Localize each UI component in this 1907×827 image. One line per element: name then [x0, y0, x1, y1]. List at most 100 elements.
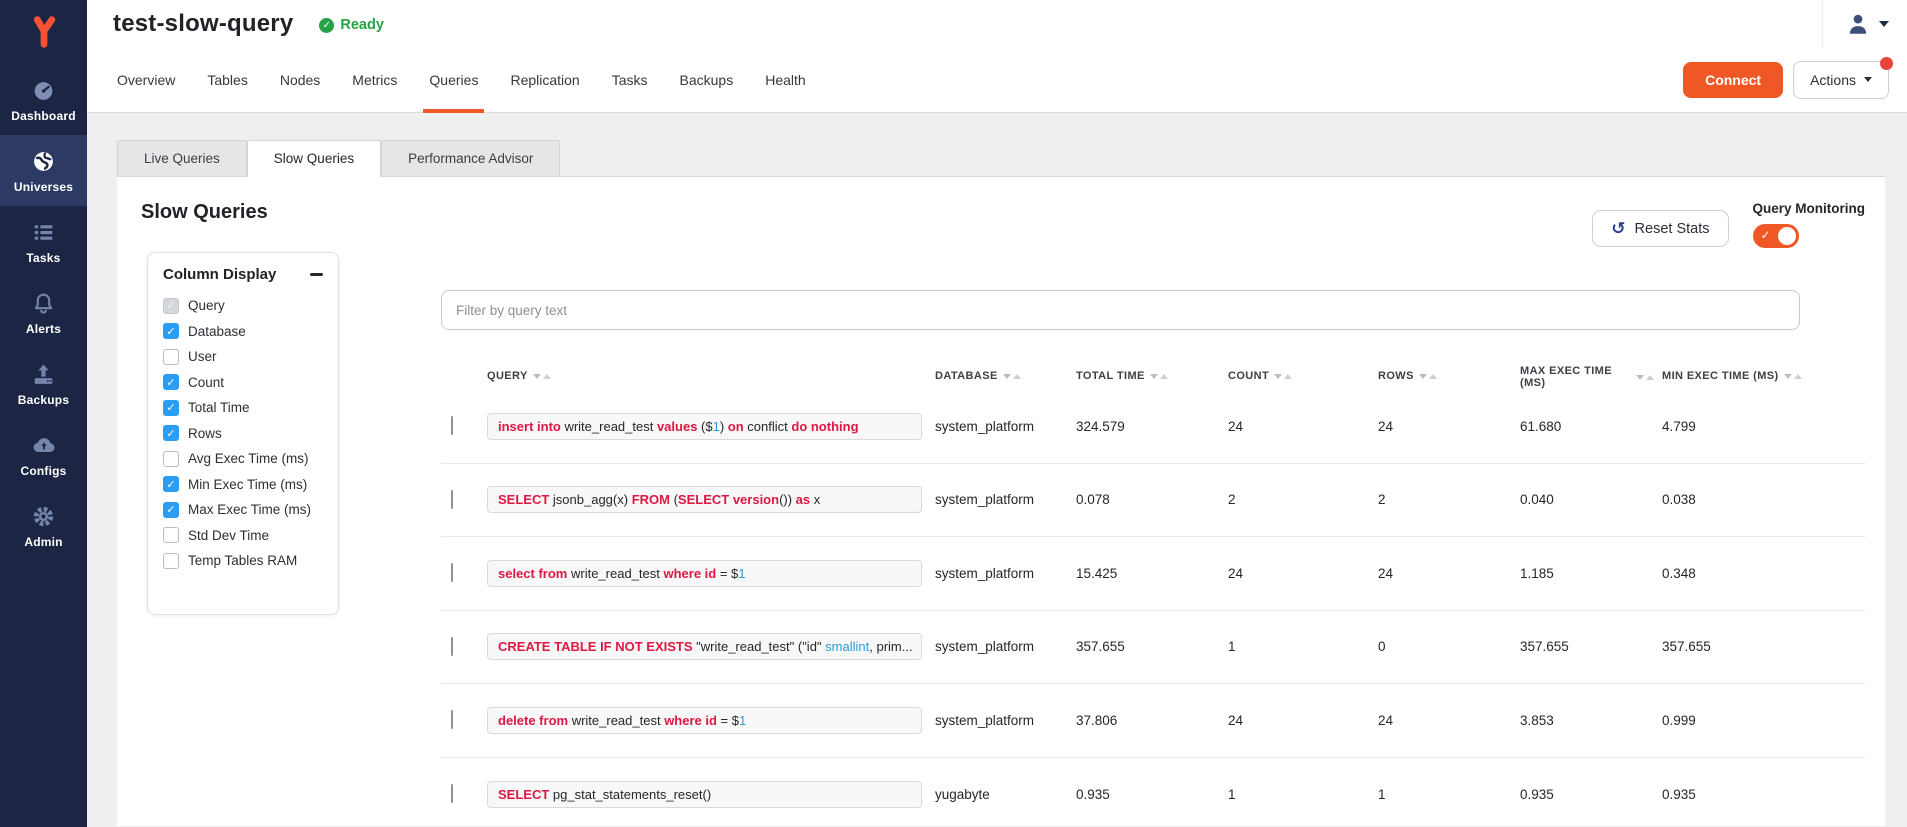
- column-option[interactable]: User: [163, 344, 323, 370]
- column-header-total-time[interactable]: Total Time: [1076, 370, 1168, 382]
- count-cell: 2: [1228, 492, 1378, 507]
- nav-tab-backups[interactable]: Backups: [664, 47, 750, 113]
- checkbox[interactable]: [163, 451, 179, 467]
- column-option[interactable]: ✓ Min Exec Time (ms): [163, 472, 323, 498]
- subtab-slow-queries[interactable]: Slow Queries: [247, 140, 381, 176]
- table-header: Query Database Total Time Count Rows Max…: [441, 360, 1865, 390]
- sidebar: Dashboard Universes Tasks Alerts Backups…: [0, 0, 87, 827]
- checkbox[interactable]: ✓: [163, 374, 179, 390]
- checkbox[interactable]: ✓: [163, 425, 179, 441]
- column-header-max-exec[interactable]: Max Exec Time (ms): [1520, 365, 1654, 389]
- checkbox[interactable]: ✓: [163, 323, 179, 339]
- table-row: CREATE TABLE IF NOT EXISTS "write_read_t…: [441, 611, 1865, 685]
- column-header-database[interactable]: Database: [935, 370, 1021, 382]
- column-option-label: User: [188, 349, 217, 364]
- sidebar-item-universes[interactable]: Universes: [0, 135, 87, 206]
- sidebar-item-label: Universes: [14, 180, 73, 194]
- column-option[interactable]: ✓ Query: [163, 293, 323, 319]
- query-text[interactable]: select from write_read_test where id = $…: [487, 560, 922, 587]
- subtab-performance-advisor[interactable]: Performance Advisor: [381, 140, 560, 176]
- sidebar-item-alerts[interactable]: Alerts: [0, 277, 87, 348]
- query-text[interactable]: delete from write_read_test where id = $…: [487, 707, 922, 734]
- column-header-min-exec[interactable]: Min Exec Time (ms): [1662, 370, 1802, 382]
- reset-stats-label: Reset Stats: [1635, 221, 1710, 237]
- sort-icon: [1003, 374, 1021, 379]
- checkbox[interactable]: ✓: [163, 502, 179, 518]
- nav-tab-queries[interactable]: Queries: [413, 47, 494, 113]
- min-exec-time-cell: 4.799: [1662, 419, 1865, 434]
- sidebar-item-dashboard[interactable]: Dashboard: [0, 64, 87, 135]
- row-checkbox[interactable]: [451, 416, 453, 435]
- row-checkbox[interactable]: [451, 490, 453, 509]
- nav-tab-nodes[interactable]: Nodes: [264, 47, 336, 113]
- column-option[interactable]: Avg Exec Time (ms): [163, 446, 323, 472]
- column-option[interactable]: Temp Tables RAM: [163, 548, 323, 574]
- column-option-label: Max Exec Time (ms): [188, 502, 311, 517]
- row-checkbox[interactable]: [451, 710, 453, 729]
- column-header-count[interactable]: Count: [1228, 370, 1292, 382]
- checkbox[interactable]: [163, 553, 179, 569]
- column-header-rows[interactable]: Rows: [1378, 370, 1437, 382]
- query-text[interactable]: SELECT jsonb_agg(x) FROM (SELECT version…: [487, 486, 922, 513]
- subtab-live-queries[interactable]: Live Queries: [117, 140, 247, 176]
- status-text: Ready: [340, 17, 384, 33]
- column-option-label: Database: [188, 324, 246, 339]
- nav-tab-health[interactable]: Health: [749, 47, 821, 113]
- column-option-label: Query: [188, 298, 225, 313]
- actions-button[interactable]: Actions: [1793, 61, 1889, 99]
- top-bar: test-slow-query ✓ Ready: [87, 0, 1907, 47]
- checkbox[interactable]: ✓: [163, 476, 179, 492]
- sidebar-item-admin[interactable]: Admin: [0, 490, 87, 561]
- column-header-query[interactable]: Query: [487, 370, 551, 382]
- connect-button[interactable]: Connect: [1683, 62, 1783, 98]
- nav-tab-tasks[interactable]: Tasks: [596, 47, 664, 113]
- column-option-label: Avg Exec Time (ms): [188, 451, 309, 466]
- row-checkbox[interactable]: [451, 637, 453, 656]
- nav-tab-overview[interactable]: Overview: [101, 47, 191, 113]
- nav-tab-replication[interactable]: Replication: [494, 47, 595, 113]
- query-filter-input[interactable]: [441, 290, 1800, 330]
- min-exec-time-cell: 0.348: [1662, 566, 1865, 581]
- checkbox[interactable]: ✓: [163, 400, 179, 416]
- column-option[interactable]: ✓ Count: [163, 370, 323, 396]
- column-option[interactable]: Std Dev Time: [163, 523, 323, 549]
- sort-icon: [1419, 374, 1437, 379]
- column-option-label: Count: [188, 375, 224, 390]
- yugabyte-logo[interactable]: [0, 0, 87, 64]
- sort-icon: [1784, 374, 1802, 379]
- row-checkbox[interactable]: [451, 784, 453, 803]
- total-time-cell: 324.579: [1076, 419, 1228, 434]
- sidebar-item-backups[interactable]: Backups: [0, 348, 87, 419]
- count-cell: 1: [1228, 787, 1378, 802]
- sort-icon: [1150, 374, 1168, 379]
- column-option[interactable]: ✓ Max Exec Time (ms): [163, 497, 323, 523]
- reset-stats-button[interactable]: ↺ Reset Stats: [1592, 210, 1728, 247]
- query-text[interactable]: insert into write_read_test values ($1) …: [487, 413, 922, 440]
- checkbox[interactable]: [163, 349, 179, 365]
- query-monitoring-toggle[interactable]: ✓: [1753, 224, 1799, 248]
- checkbox[interactable]: [163, 527, 179, 543]
- nav-tab-tables[interactable]: Tables: [191, 47, 263, 113]
- database-cell: system_platform: [935, 492, 1076, 507]
- column-option[interactable]: ✓ Rows: [163, 421, 323, 447]
- max-exec-time-cell: 357.655: [1520, 639, 1662, 654]
- sidebar-item-label: Configs: [20, 464, 66, 478]
- checkbox[interactable]: ✓: [163, 298, 179, 314]
- sort-icon: [533, 374, 551, 379]
- count-cell: 24: [1228, 419, 1378, 434]
- column-option[interactable]: ✓ Total Time: [163, 395, 323, 421]
- sidebar-item-configs[interactable]: Configs: [0, 419, 87, 490]
- sidebar-item-tasks[interactable]: Tasks: [0, 206, 87, 277]
- query-text[interactable]: CREATE TABLE IF NOT EXISTS "write_read_t…: [487, 633, 922, 660]
- sort-icon: [1636, 375, 1654, 380]
- collapse-minus-icon[interactable]: [310, 273, 323, 276]
- column-option-label: Std Dev Time: [188, 528, 269, 543]
- gear-icon: [31, 503, 57, 529]
- column-option-label: Rows: [188, 426, 222, 441]
- row-checkbox[interactable]: [451, 563, 453, 582]
- task-list-icon: [31, 219, 57, 245]
- user-menu[interactable]: [1822, 0, 1889, 47]
- query-text[interactable]: SELECT pg_stat_statements_reset(): [487, 781, 922, 808]
- nav-tab-metrics[interactable]: Metrics: [336, 47, 413, 113]
- column-option[interactable]: ✓ Database: [163, 319, 323, 345]
